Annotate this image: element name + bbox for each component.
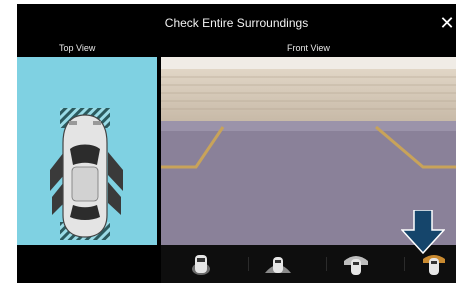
separator <box>326 257 327 271</box>
top-view-label: Top View <box>59 43 96 53</box>
car-front-wide-icon <box>265 257 291 273</box>
separator <box>404 257 405 271</box>
close-button[interactable]: ✕ <box>437 13 456 33</box>
camera-button-front-top[interactable] <box>341 249 371 279</box>
down-arrow-icon <box>401 210 445 254</box>
camera-button-front-wide[interactable] <box>263 249 293 279</box>
close-icon: ✕ <box>439 13 455 33</box>
car-rear-view-icon <box>192 255 210 275</box>
separator <box>248 257 249 271</box>
car-top-icon <box>50 108 123 240</box>
screen-title: Check Entire Surroundings <box>164 16 309 30</box>
surround-view-screen: Check Entire Surroundings ✕ Top View Fro… <box>17 4 456 283</box>
front-view-label: Front View <box>287 43 330 53</box>
top-view-panel <box>17 57 157 245</box>
camera-button-rear-view[interactable] <box>186 249 216 279</box>
car-front-top-icon <box>344 256 368 275</box>
